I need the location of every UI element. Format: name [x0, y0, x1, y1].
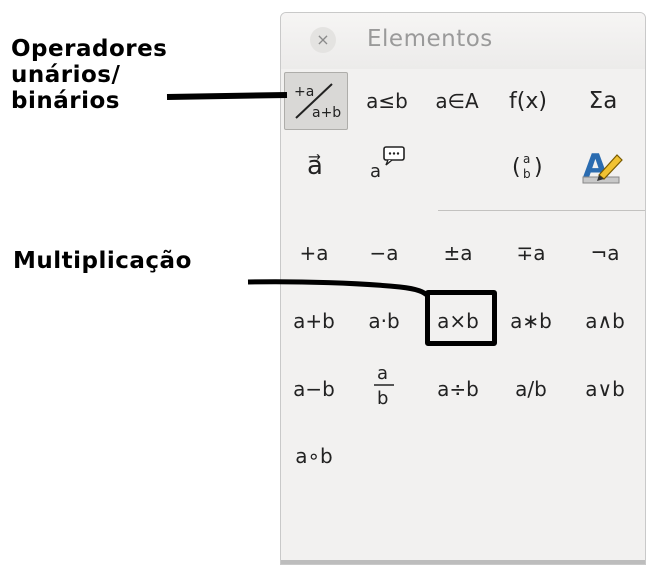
multiplication-connector-line — [247, 279, 430, 298]
operators-connector-line — [166, 92, 288, 100]
callout-connectors — [166, 92, 430, 298]
